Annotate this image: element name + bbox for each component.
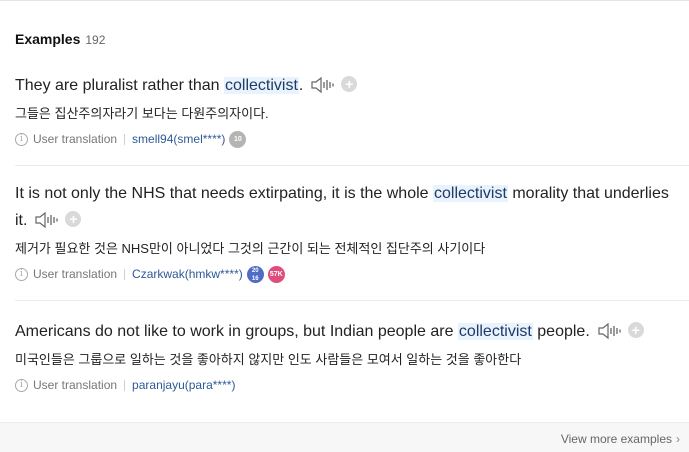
example-item: They are pluralist rather than collectiv… — [15, 72, 680, 148]
sentence-text: Americans do not like to work in groups,… — [15, 323, 458, 340]
example-sentence: Americans do not like to work in groups,… — [15, 318, 680, 349]
user-link[interactable]: smell94(smel****) — [132, 132, 225, 146]
divider — [124, 379, 126, 391]
info-icon[interactable]: i — [15, 378, 28, 392]
user-badge: 10 — [229, 130, 247, 148]
divider — [15, 165, 689, 166]
source-label: User translation — [33, 132, 118, 146]
divider — [124, 268, 126, 280]
info-icon[interactable]: i — [15, 132, 28, 146]
examples-title: Examples — [15, 31, 81, 47]
example-sentence: It is not only the NHS that needs extirp… — [15, 180, 680, 238]
translation-text: 그들은 집산주의자라기 보다는 다원주의자이다. — [15, 106, 269, 121]
examples-header: Examples 192 — [15, 31, 105, 47]
plus-icon[interactable]: + — [341, 76, 358, 92]
divider — [15, 300, 689, 301]
user-badge: 57K — [267, 265, 285, 283]
keyword-highlight[interactable]: collectivist — [224, 77, 299, 94]
plus-icon[interactable]: + — [65, 211, 82, 227]
user-link[interactable]: paranjayu(para****) — [132, 378, 235, 392]
divider — [124, 133, 126, 145]
example-item: Americans do not like to work in groups,… — [15, 318, 680, 394]
example-item: It is not only the NHS that needs extirp… — [15, 180, 680, 283]
speaker-icon[interactable] — [35, 211, 59, 238]
sentence-text: . — [298, 77, 304, 94]
translation-text: 제거가 필요한 것은 NHS만이 아니었다 그것의 근간이 되는 전체적인 집단… — [15, 241, 486, 256]
sentence-text: people. — [532, 323, 590, 340]
chevron-right-icon: › — [676, 432, 680, 446]
example-meta: i User translation paranjayu(para****) — [15, 376, 680, 394]
view-more-examples-link[interactable]: View more examples › — [561, 432, 680, 446]
view-more-label: View more examples — [560, 432, 672, 446]
speaker-icon[interactable] — [598, 322, 622, 349]
info-icon[interactable]: i — [15, 267, 28, 281]
translation-text: 미국인들은 그룹으로 일하는 것을 좋아하지 않지만 인도 사람들은 모여서 일… — [15, 352, 522, 367]
top-border — [0, 0, 689, 1]
source-label: User translation — [33, 267, 118, 281]
example-sentence: They are pluralist rather than collectiv… — [15, 72, 680, 103]
user-badge: 20 16 — [246, 265, 264, 283]
keyword-highlight[interactable]: collectivist — [457, 323, 533, 340]
sentence-text: It is not only the NHS that needs extirp… — [15, 185, 433, 202]
keyword-highlight[interactable]: collectivist — [433, 185, 508, 202]
user-link[interactable]: Czarkwak(hmkw****) — [132, 267, 243, 281]
sentence-text: They are pluralist rather than — [15, 77, 224, 94]
plus-icon[interactable]: + — [627, 322, 644, 338]
example-meta: i User translation smell94(smel****) 10 — [15, 130, 680, 148]
speaker-icon[interactable] — [311, 76, 335, 103]
footer-bar: View more examples › — [0, 422, 689, 452]
examples-count: 192 — [85, 33, 106, 47]
source-label: User translation — [33, 378, 118, 392]
example-meta: i User translation Czarkwak(hmkw****) 20… — [15, 265, 680, 283]
